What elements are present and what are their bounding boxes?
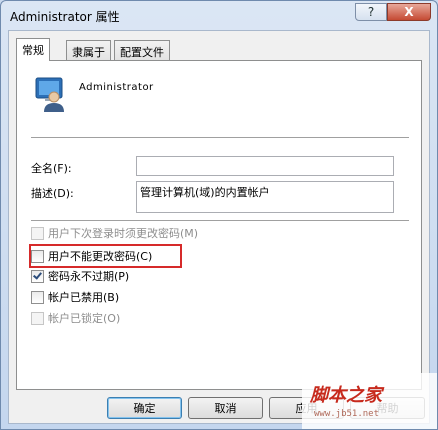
red-highlight-box xyxy=(29,244,182,268)
tab-general[interactable]: 常规 xyxy=(16,38,50,61)
watermark-url: www.jb51.net xyxy=(314,409,380,419)
title-bar[interactable]: Administrator 属性 ? X xyxy=(1,1,437,29)
checkbox-box[interactable] xyxy=(31,226,44,240)
checkbox-account-disabled[interactable]: 帐户已禁用(B) xyxy=(31,290,119,304)
tab-member-of[interactable]: 隶属于 xyxy=(66,40,111,60)
cancel-button[interactable]: 取消 xyxy=(188,397,263,419)
description-label: 描述(D): xyxy=(31,187,74,200)
description-field[interactable]: 管理计算机(域)的内置帐户 xyxy=(136,181,394,213)
checkbox-must-change-password[interactable]: 用户下次登录时须更改密码(M) xyxy=(31,226,198,240)
ok-button[interactable]: 确定 xyxy=(107,397,182,419)
checkbox-label: 帐户已锁定(O) xyxy=(48,312,121,325)
general-tab-panel: Administrator 全名(F): 描述(D): 管理计算机(域)的内置帐… xyxy=(16,60,422,390)
user-icon xyxy=(35,77,64,112)
window-title: Administrator 属性 xyxy=(10,10,120,24)
checkbox-box[interactable] xyxy=(31,290,44,304)
checkbox-box[interactable] xyxy=(31,311,44,325)
check-icon xyxy=(33,269,42,280)
user-name: Administrator xyxy=(79,82,154,93)
checkbox-label: 密码永不过期(P) xyxy=(48,270,130,283)
close-icon[interactable]: X xyxy=(387,3,431,21)
full-name-label: 全名(F): xyxy=(31,162,72,175)
checkbox-label: 用户下次登录时须更改密码(M) xyxy=(48,227,199,240)
divider xyxy=(31,220,409,222)
watermark: 脚本之家 www.jb51.net xyxy=(302,373,437,429)
full-name-field[interactable] xyxy=(136,156,394,176)
divider xyxy=(31,137,409,139)
properties-dialog: Administrator 属性 ? X 常规 隶属于 配置文件 Adminis… xyxy=(0,0,438,430)
tab-profile[interactable]: 配置文件 xyxy=(114,40,170,60)
help-icon[interactable]: ? xyxy=(355,3,387,21)
watermark-logo: 脚本之家 xyxy=(310,385,382,406)
dialog-client-area: 常规 隶属于 配置文件 Administrator 全名(F): 描述(D): … xyxy=(8,30,430,424)
checkbox-box[interactable] xyxy=(31,269,44,283)
checkbox-password-never-expires[interactable]: 密码永不过期(P) xyxy=(31,269,129,283)
checkbox-label: 帐户已禁用(B) xyxy=(48,291,120,304)
checkbox-account-locked[interactable]: 帐户已锁定(O) xyxy=(31,311,120,325)
